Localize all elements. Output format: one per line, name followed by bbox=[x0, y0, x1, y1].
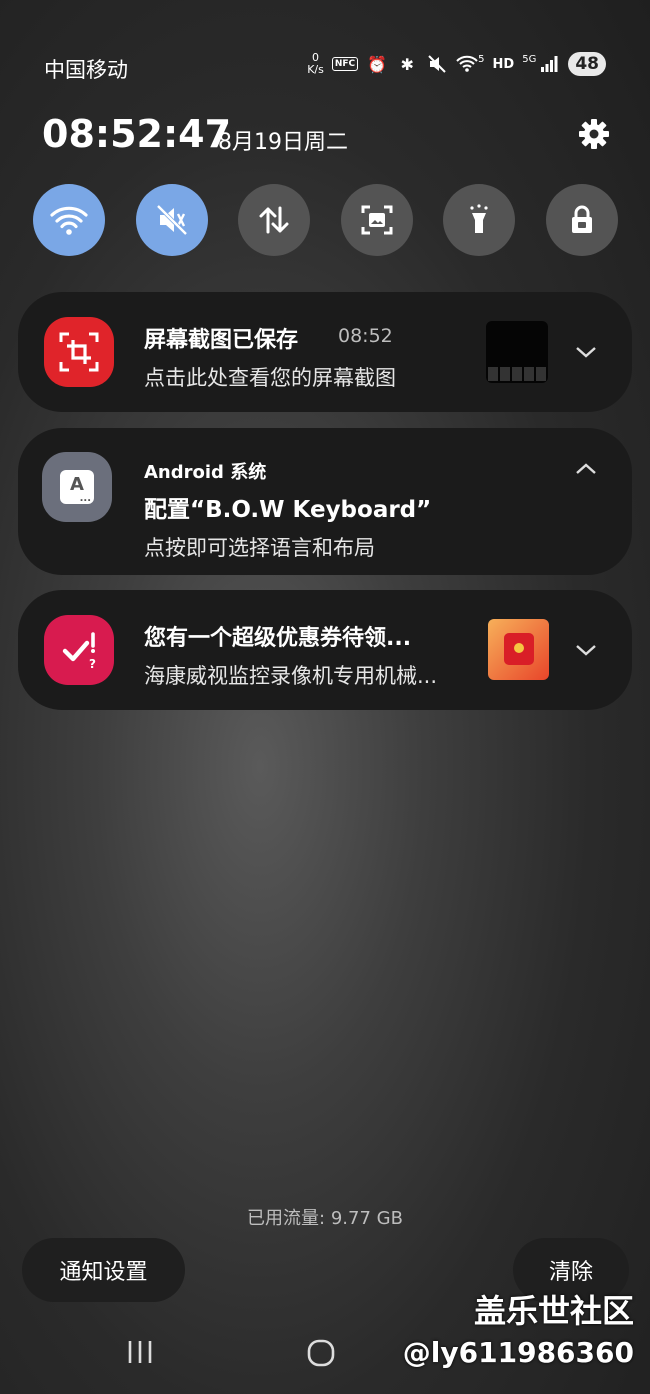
svg-text:?: ? bbox=[89, 657, 96, 671]
coupon-thumbnail[interactable] bbox=[488, 619, 549, 680]
clock-date: 8月19日周二 bbox=[218, 130, 348, 155]
wifi-icon bbox=[50, 206, 88, 235]
notification-text: 海康威视监控录像机专用机械... bbox=[144, 664, 438, 688]
watermark-handle: @ly611986360 bbox=[402, 1336, 634, 1369]
mute-icon bbox=[156, 204, 188, 236]
wifi-status-icon bbox=[456, 53, 478, 75]
status-bar: 中国移动 0 K/s NFC ⏰ ✱ 5 HD 5G 48 bbox=[0, 0, 650, 110]
notification-text: 点按即可选择语言和布局 bbox=[144, 536, 375, 560]
clock-time: 08:52:47 bbox=[42, 112, 232, 156]
clock-row: 08:52:47 8月19日周二 bbox=[42, 112, 612, 162]
notification-title: 您有一个超级优惠券待领... bbox=[144, 626, 412, 651]
qs-mute-toggle[interactable] bbox=[135, 184, 208, 256]
flashlight-icon bbox=[470, 204, 488, 233]
chevron-down-icon[interactable] bbox=[573, 339, 599, 365]
notification-time: 08:52 bbox=[338, 325, 393, 347]
notification-android-system[interactable]: A ... Android 系统 配置“B.O.W Keyboard” 点按即可… bbox=[18, 428, 632, 575]
qs-lock-toggle[interactable] bbox=[545, 184, 618, 256]
settings-gear-icon[interactable] bbox=[576, 116, 612, 152]
notification-coupon[interactable]: ? 您有一个超级优惠券待领... 海康威视监控录像机专用机械... bbox=[18, 590, 632, 710]
screenshot-thumbnail[interactable] bbox=[486, 321, 548, 383]
qs-screenshot-toggle[interactable] bbox=[340, 184, 413, 256]
notification-settings-button[interactable]: 通知设置 bbox=[22, 1238, 185, 1302]
qs-wifi-toggle[interactable] bbox=[33, 184, 105, 256]
chevron-down-icon[interactable] bbox=[573, 637, 599, 663]
battery-icon: 48 bbox=[568, 52, 606, 76]
wifi-gen-label: 5 bbox=[478, 53, 485, 65]
data-usage-label: 已用流量: 9.77 GB bbox=[247, 1208, 403, 1229]
watermark-title: 盖乐世社区 bbox=[473, 1292, 634, 1330]
nfc-icon: NFC bbox=[331, 57, 359, 71]
screenshot-icon bbox=[361, 205, 393, 235]
data-arrows-icon bbox=[259, 206, 289, 234]
screenshot-crop-icon bbox=[44, 317, 114, 387]
qs-flashlight-toggle[interactable] bbox=[443, 184, 516, 256]
notification-title: 屏幕截图已保存 bbox=[144, 328, 299, 353]
qs-mobile-data-toggle[interactable] bbox=[238, 184, 311, 256]
chevron-up-icon[interactable] bbox=[573, 456, 599, 482]
notification-text: 点击此处查看您的屏幕截图 bbox=[144, 366, 396, 390]
recents-nav-icon[interactable] bbox=[126, 1338, 154, 1366]
hd-label: HD bbox=[492, 56, 515, 72]
bluetooth-icon: ✱ bbox=[400, 54, 414, 74]
quick-settings-row bbox=[33, 184, 618, 256]
alarm-icon: ⏰ bbox=[367, 54, 388, 74]
lock-icon bbox=[571, 205, 592, 233]
notification-screenshot[interactable]: 屏幕截图已保存 08:52 点击此处查看您的屏幕截图 bbox=[18, 292, 632, 412]
notification-title: 配置“B.O.W Keyboard” bbox=[144, 497, 432, 523]
status-icons: 0 K/s NFC ⏰ ✱ 5 HD 5G 48 bbox=[307, 52, 606, 76]
mute-status-icon bbox=[426, 53, 448, 75]
network-speed: 0 K/s bbox=[307, 52, 324, 76]
keyboard-a-icon: A ... bbox=[42, 452, 112, 522]
carrier-label: 中国移动 bbox=[44, 58, 128, 82]
network-type-label: 5G bbox=[522, 53, 537, 65]
home-nav-icon[interactable] bbox=[306, 1338, 336, 1368]
speed-unit: K/s bbox=[307, 63, 324, 76]
signal-icon bbox=[538, 53, 560, 75]
check-alert-icon: ? bbox=[44, 615, 114, 685]
notification-app-name: Android 系统 bbox=[144, 462, 267, 483]
